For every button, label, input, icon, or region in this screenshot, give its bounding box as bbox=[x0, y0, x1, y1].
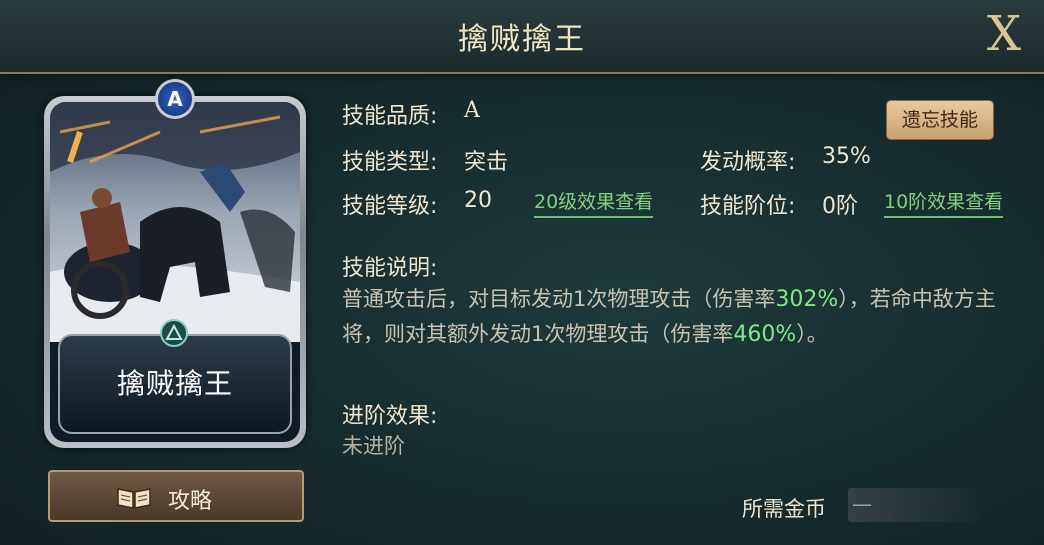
card-name-panel: 擒贼擒王 bbox=[58, 334, 292, 434]
book-icon bbox=[117, 488, 151, 509]
rank-effect-link[interactable]: 10阶效果查看 bbox=[884, 187, 1004, 218]
trigger-chance-value: 35% bbox=[822, 144, 871, 169]
trigger-chance-label: 发动概率: bbox=[700, 150, 796, 175]
guide-button[interactable]: 攻略 bbox=[48, 470, 304, 522]
skill-level-value: 20 bbox=[464, 188, 492, 213]
level-effect-link[interactable]: 20级效果查看 bbox=[534, 187, 654, 218]
advance-effect-label: 进阶效果: bbox=[342, 404, 438, 429]
guide-button-label: 攻略 bbox=[168, 489, 213, 514]
forget-skill-button[interactable]: 遗忘技能 bbox=[886, 100, 994, 140]
damage-rate-1: 302% bbox=[775, 287, 839, 312]
description-part-1: 普通攻击后，对目标发动1次物理攻击（伤害率 bbox=[342, 287, 776, 311]
description-part-3: ）。 bbox=[796, 322, 828, 346]
skill-rank-value: 0阶 bbox=[822, 194, 858, 219]
close-button[interactable]: X bbox=[982, 8, 1026, 60]
skill-card: 擒贼擒王 bbox=[44, 96, 306, 448]
skill-description-text: 普通攻击后，对目标发动1次物理攻击（伤害率302%），若命中敌方主将，则对其额外… bbox=[342, 282, 1012, 352]
gold-cost-label: 所需金币 bbox=[742, 497, 826, 521]
skill-card-artwork bbox=[50, 102, 300, 342]
skill-quality-label: 技能品质: bbox=[342, 104, 438, 129]
skill-type-emblem-icon bbox=[160, 319, 188, 347]
header-bar: 擒贼擒王 X bbox=[0, 0, 1044, 74]
quality-badge-icon: A bbox=[155, 79, 195, 119]
skill-card-frame: 擒贼擒王 bbox=[50, 102, 300, 442]
damage-rate-2: 460% bbox=[733, 322, 797, 347]
advance-effect-value: 未进阶 bbox=[342, 434, 405, 458]
skill-quality-value: A bbox=[464, 98, 480, 123]
skill-type-label: 技能类型: bbox=[342, 150, 438, 175]
page-title: 擒贼擒王 bbox=[458, 22, 586, 57]
gold-cost-value: — bbox=[852, 492, 872, 516]
skill-level-label: 技能等级: bbox=[342, 194, 438, 219]
skill-description-label: 技能说明: bbox=[342, 256, 438, 281]
skill-type-value: 突击 bbox=[464, 150, 509, 175]
card-skill-name: 擒贼擒王 bbox=[116, 367, 233, 400]
skill-rank-label: 技能阶位: bbox=[700, 194, 796, 219]
